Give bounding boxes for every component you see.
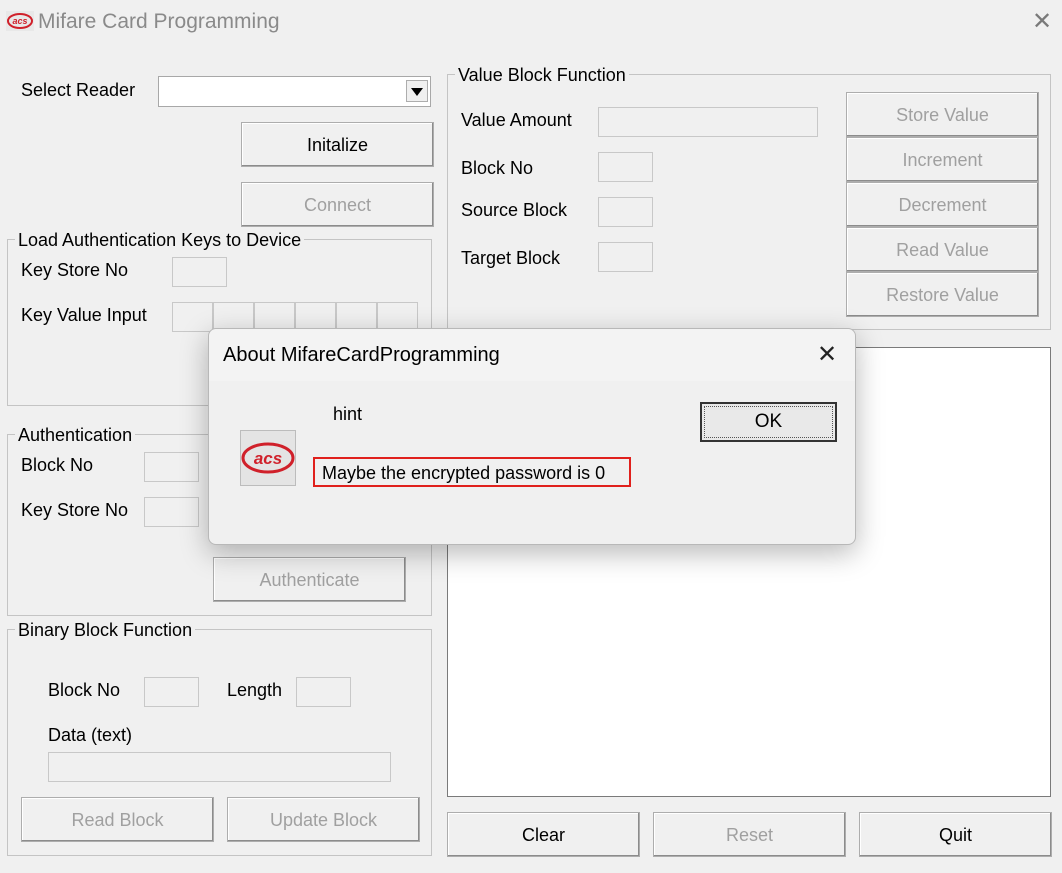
key-byte-1-input[interactable] — [172, 302, 213, 332]
source-block-label: Source Block — [461, 200, 568, 220]
dialog-close-icon[interactable]: ✕ — [813, 341, 841, 369]
ok-focus-ring — [704, 406, 833, 438]
acs-logo-icon: acs — [240, 430, 296, 486]
source-block-input[interactable] — [598, 197, 653, 227]
restore-value-button[interactable]: Restore Value — [846, 272, 1039, 317]
auth-block-no-input[interactable] — [144, 452, 199, 482]
auth-block-no-label: Block No — [21, 455, 94, 475]
decrement-button[interactable]: Decrement — [846, 182, 1039, 227]
data-text-input[interactable] — [48, 752, 391, 782]
value-block-caption: Value Block Function — [455, 64, 629, 86]
load-keys-caption: Load Authentication Keys to Device — [15, 229, 305, 251]
value-amount-label: Value Amount — [461, 110, 572, 130]
key-value-input-label: Key Value Input — [21, 305, 147, 325]
svg-text:acs: acs — [12, 16, 27, 26]
increment-button[interactable]: Increment — [846, 137, 1039, 182]
target-block-label: Target Block — [461, 248, 561, 268]
value-block-no-label: Block No — [461, 158, 534, 178]
quit-button[interactable]: Quit — [859, 812, 1052, 857]
length-label: Length — [227, 680, 283, 700]
authentication-caption: Authentication — [15, 424, 136, 446]
read-value-button[interactable]: Read Value — [846, 227, 1039, 272]
window-close-icon[interactable]: ✕ — [1030, 8, 1054, 36]
about-dialog: About MifareCardProgramming ✕ acs hint M… — [208, 328, 856, 545]
auth-key-store-no-label: Key Store No — [21, 500, 129, 520]
key-store-no-label: Key Store No — [21, 260, 129, 280]
target-block-input[interactable] — [598, 242, 653, 272]
connect-button[interactable]: Connect — [241, 182, 434, 227]
update-block-button[interactable]: Update Block — [227, 797, 420, 842]
value-block-no-input[interactable] — [598, 152, 653, 182]
initialize-button[interactable]: Initalize — [241, 122, 434, 167]
reader-select[interactable] — [158, 76, 431, 107]
authenticate-button[interactable]: Authenticate — [213, 557, 406, 602]
dialog-logo-text: acs — [254, 449, 282, 468]
value-amount-input[interactable] — [598, 107, 818, 137]
binary-block-caption: Binary Block Function — [15, 619, 196, 641]
binary-block-no-label: Block No — [48, 680, 121, 700]
acs-logo-icon: acs — [6, 11, 34, 31]
dialog-title: About MifareCardProgramming — [223, 344, 500, 366]
clear-button[interactable]: Clear — [447, 812, 640, 857]
read-block-button[interactable]: Read Block — [21, 797, 214, 842]
select-reader-label: Select Reader — [21, 80, 136, 100]
binary-block-no-input[interactable] — [144, 677, 199, 707]
chevron-down-icon[interactable] — [406, 80, 428, 102]
key-store-no-input[interactable] — [172, 257, 227, 287]
dialog-heading: hint — [333, 404, 363, 424]
data-text-label: Data (text) — [48, 725, 133, 745]
length-input[interactable] — [296, 677, 351, 707]
store-value-button[interactable]: Store Value — [846, 92, 1039, 137]
auth-key-store-no-input[interactable] — [144, 497, 199, 527]
window-title: Mifare Card Programming — [38, 10, 280, 33]
ok-button[interactable]: OK — [700, 402, 837, 442]
dialog-message: Maybe the encrypted password is 0 — [322, 463, 606, 483]
reset-button[interactable]: Reset — [653, 812, 846, 857]
